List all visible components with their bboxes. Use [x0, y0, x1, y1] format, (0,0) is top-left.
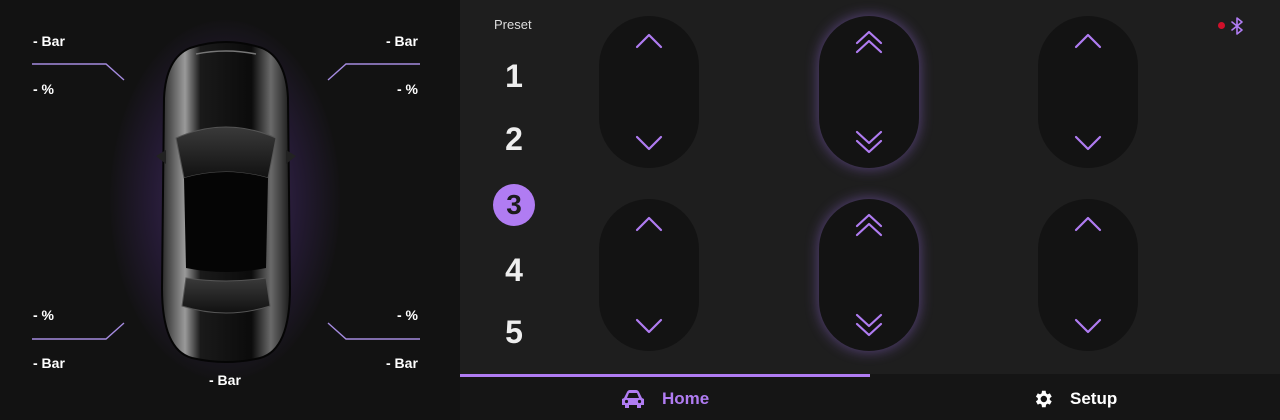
nav-home-label: Home [662, 388, 710, 408]
front-right-connector [327, 63, 420, 81]
front-right-height: - % [397, 81, 418, 97]
preset-title: Preset [494, 17, 532, 32]
status-dot [1218, 22, 1225, 29]
rear-right-connector [327, 322, 420, 340]
tank-pressure: - Bar [209, 372, 241, 388]
preset-4-button[interactable]: 4 [493, 249, 535, 291]
gear-icon [1035, 390, 1052, 407]
front-left-pressure: - Bar [33, 33, 65, 49]
connection-status[interactable] [1216, 16, 1250, 36]
chevron-down-icon[interactable] [1072, 313, 1104, 337]
nav-home-tab[interactable]: Home [620, 377, 709, 420]
car-icon [622, 389, 644, 408]
front-both-control [819, 16, 919, 168]
front-left-height: - % [33, 81, 54, 97]
rear-left-connector [32, 322, 125, 340]
double-chevron-down-icon[interactable] [853, 313, 885, 337]
app-root: - Bar - % - Bar - % - % - Bar - % - Bar … [0, 0, 1280, 420]
preset-3-button[interactable]: 3 [493, 184, 535, 226]
rear-right-control [1038, 199, 1138, 351]
rear-left-pressure: - Bar [33, 355, 65, 371]
rear-right-pressure: - Bar [386, 355, 418, 371]
chevron-up-icon[interactable] [1072, 213, 1104, 237]
chevron-down-icon[interactable] [633, 313, 665, 337]
rear-left-control [599, 199, 699, 351]
chevron-down-icon[interactable] [1072, 130, 1104, 154]
chevron-up-icon[interactable] [633, 30, 665, 54]
car-top-view-icon [156, 41, 296, 363]
double-chevron-up-icon[interactable] [853, 30, 885, 54]
preset-1-button[interactable]: 1 [493, 55, 535, 97]
front-right-control [1038, 16, 1138, 168]
nav-setup-tab[interactable]: Setup [1032, 377, 1117, 420]
chevron-down-icon[interactable] [633, 130, 665, 154]
front-left-control [599, 16, 699, 168]
bluetooth-icon [1231, 17, 1243, 35]
chevron-up-icon[interactable] [1072, 30, 1104, 54]
rear-both-control [819, 199, 919, 351]
preset-5-button[interactable]: 5 [493, 311, 535, 353]
preset-2-button[interactable]: 2 [493, 118, 535, 160]
chevron-up-icon[interactable] [633, 213, 665, 237]
nav-setup-label: Setup [1070, 388, 1118, 408]
vehicle-panel: - Bar - % - Bar - % - % - Bar - % - Bar … [0, 0, 460, 420]
bottom-nav: Home Setup [460, 374, 1280, 420]
front-left-connector [32, 63, 125, 81]
front-right-pressure: - Bar [386, 33, 418, 49]
double-chevron-down-icon[interactable] [853, 130, 885, 154]
double-chevron-up-icon[interactable] [853, 213, 885, 237]
